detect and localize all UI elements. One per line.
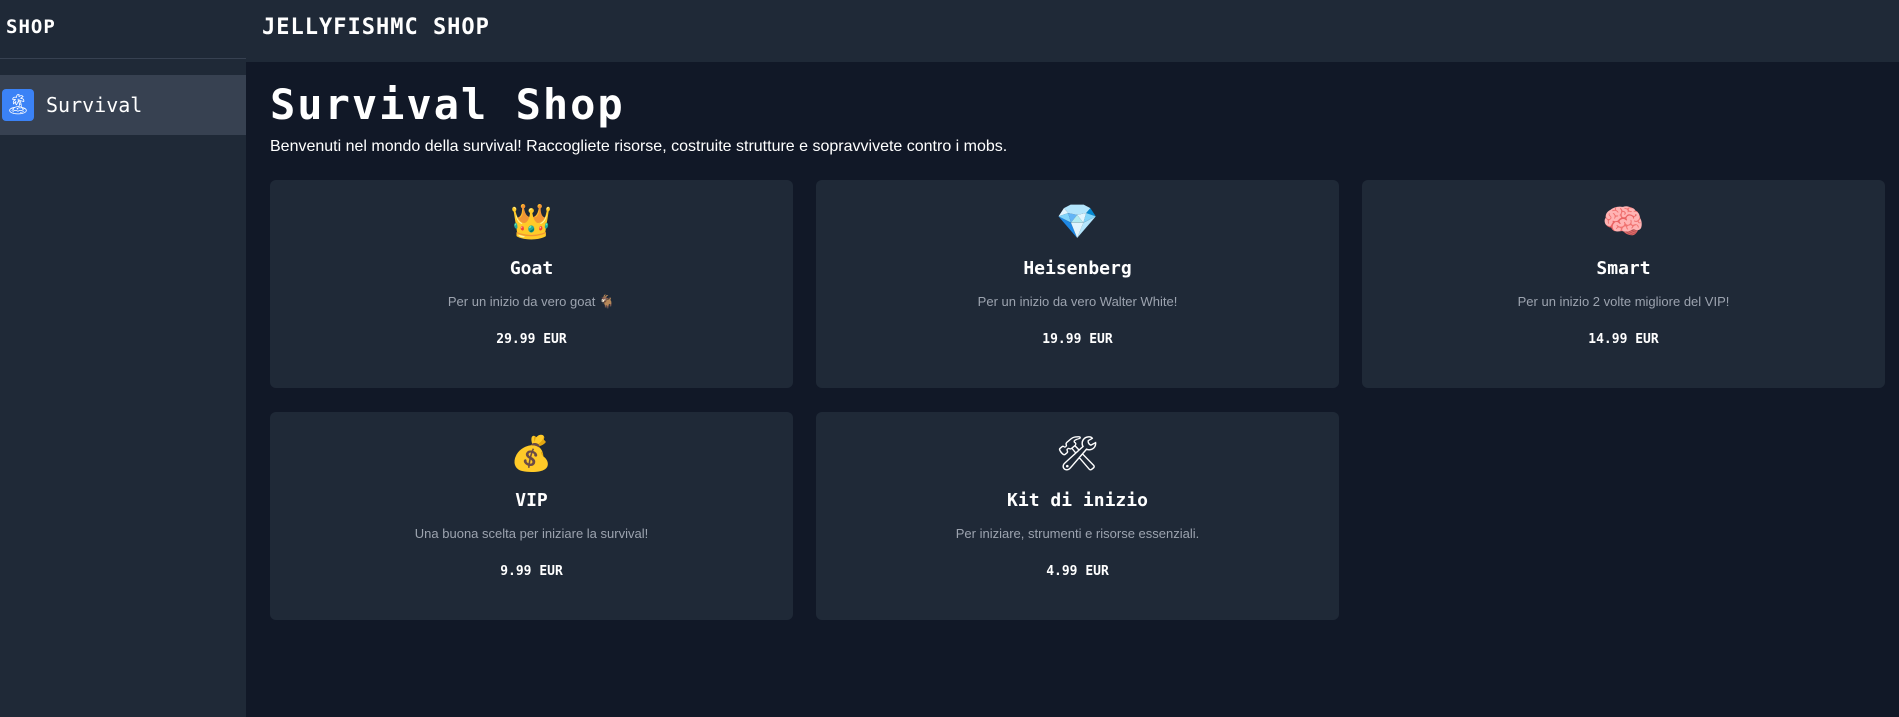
product-price: 19.99 EUR [1042,332,1113,347]
product-card-heisenberg[interactable]: 💎 Heisenberg Per un inizio da vero Walte… [816,180,1339,388]
sidebar-item-survival[interactable]: 🏝 Survival [0,75,246,135]
product-price: 29.99 EUR [496,332,567,347]
top-bar: JELLYFISHMC SHOP [246,0,1899,62]
product-description: Per iniziare, strumenti e risorse essenz… [955,526,1200,541]
product-card-smart[interactable]: 🧠 Smart Per un inizio 2 volte migliore d… [1362,180,1885,388]
page-subtitle: Benvenuti nel mondo della survival! Racc… [270,138,1008,155]
product-title: VIP [515,490,548,511]
money-bag-icon: 💰 [510,435,553,473]
product-description: Per un inizio da vero goat 🐐 [447,294,616,309]
hammer-wrench-icon: 🛠 [1055,435,1100,473]
product-title: Heisenberg [1023,258,1132,279]
sidebar-title: SHOP [0,0,246,59]
product-price: 14.99 EUR [1588,332,1659,347]
diamond-icon: 💎 [1056,203,1099,241]
product-card-vip[interactable]: 💰 VIP Una buona scelta per iniziare la s… [270,412,793,620]
page-title: Survival Shop [270,80,625,129]
product-title: Goat [509,258,554,279]
product-title: Smart [1596,258,1651,279]
product-title: Kit di inizio [1007,490,1148,511]
product-description: Per un inizio 2 volte migliore del VIP! [1517,294,1730,309]
product-price: 9.99 EUR [500,564,563,579]
crown-icon: 👑 [510,203,553,241]
sidebar: SHOP 🏝 Survival [0,0,246,717]
product-description: Una buona scelta per iniziare la surviva… [414,526,649,541]
product-card-goat[interactable]: 👑 Goat Per un inizio da vero goat 🐐 29.9… [270,180,793,388]
product-card-kit-di-inizio[interactable]: 🛠 Kit di inizio Per iniziare, strumenti … [816,412,1339,620]
main-content: Survival Shop Benvenuti nel mondo della … [270,62,1890,620]
sidebar-item-label: Survival [46,93,143,117]
palm-tree-icon: 🏝 [2,89,34,121]
product-grid: 👑 Goat Per un inizio da vero goat 🐐 29.9… [270,180,1890,620]
product-price: 4.99 EUR [1046,564,1109,579]
product-description: Per un inizio da vero Walter White! [977,294,1178,309]
brain-icon: 🧠 [1602,203,1645,241]
shop-title: JELLYFISHMC SHOP [262,15,490,40]
